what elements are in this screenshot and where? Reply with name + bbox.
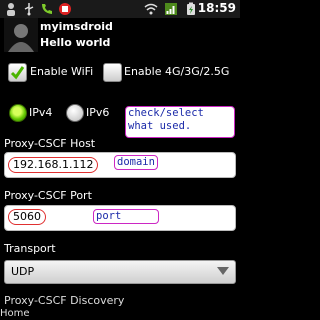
avatar <box>4 18 38 52</box>
enable-mobile-checkbox[interactable] <box>103 63 122 82</box>
call-icon <box>42 4 52 14</box>
wifi-icon <box>144 3 158 15</box>
annotation-check-select: check/select what used. <box>125 106 235 138</box>
account-subtitle: Hello world <box>40 36 111 49</box>
port-label: Proxy-CSCF Port <box>4 189 92 202</box>
annotation-domain: domain <box>114 155 158 170</box>
person-icon <box>7 3 15 16</box>
ipv6-radio[interactable] <box>66 104 84 122</box>
port-value: 5060 <box>8 209 46 225</box>
home-label: Home <box>0 308 30 319</box>
status-time: 18:59 <box>197 1 236 15</box>
ipv4-label: IPv4 <box>29 106 53 119</box>
enable-wifi-checkbox[interactable] <box>8 63 27 82</box>
account-name: myimsdroid <box>40 20 113 33</box>
enable-mobile-label: Enable 4G/3G/2.5G <box>124 65 230 78</box>
dropdown-arrow-icon <box>217 267 229 275</box>
transport-select[interactable]: UDP <box>4 260 236 284</box>
annotation-line-1: check/select <box>128 107 204 119</box>
usb-icon <box>24 3 34 16</box>
ipv4-radio[interactable] <box>9 104 27 122</box>
transport-label: Transport <box>4 242 56 255</box>
checkmark-icon <box>10 66 25 80</box>
annotation-port: port <box>93 209 159 224</box>
ipv6-label: IPv6 <box>86 106 110 119</box>
annotation-line-2: what used. <box>128 120 192 132</box>
enable-wifi-label: Enable WiFi <box>30 65 94 78</box>
stop-icon <box>59 3 71 15</box>
battery-icon <box>187 2 195 15</box>
host-value: 192.168.1.112 <box>8 157 99 173</box>
status-bar: 18:59 <box>0 0 240 19</box>
signal-icon <box>165 3 177 15</box>
host-label: Proxy-CSCF Host <box>4 137 96 150</box>
transport-value: UDP <box>11 265 35 278</box>
discovery-label: Proxy-CSCF Discovery <box>4 294 125 307</box>
